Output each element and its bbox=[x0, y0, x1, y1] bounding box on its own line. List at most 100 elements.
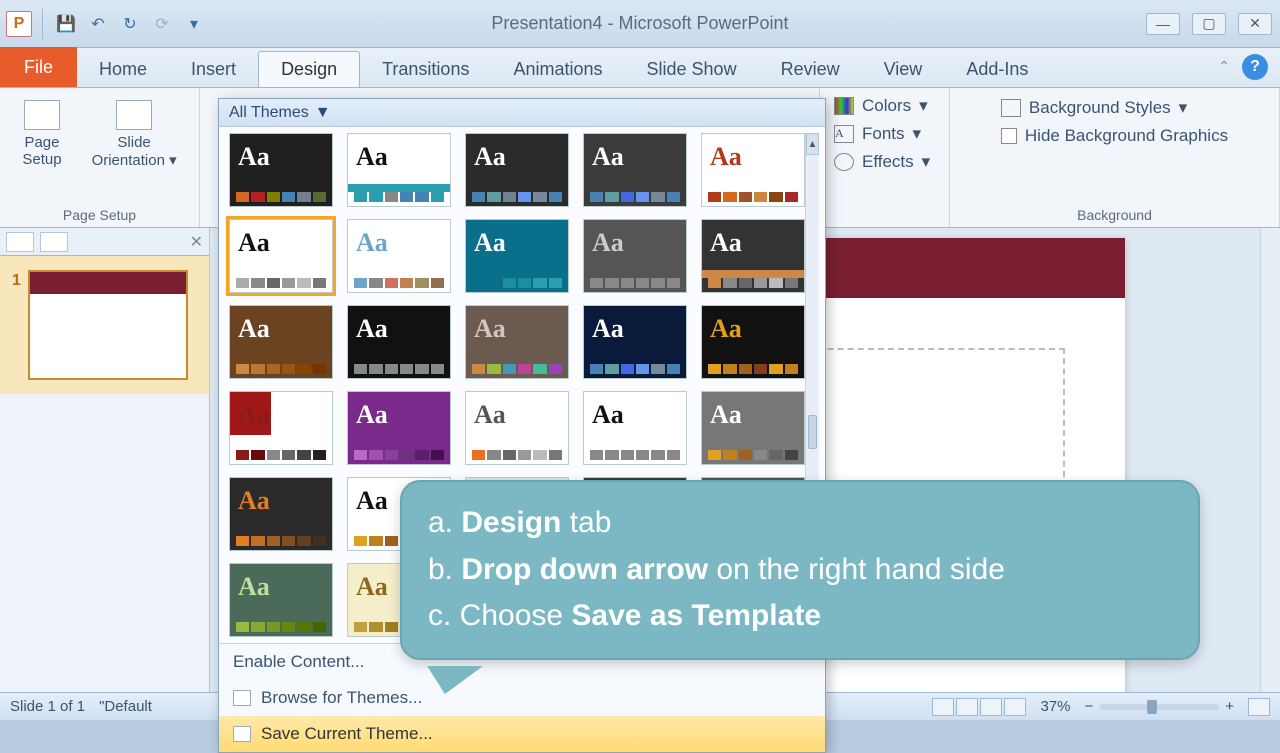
colors-button[interactable]: Colors ▾ bbox=[834, 96, 930, 116]
tab-insert[interactable]: Insert bbox=[169, 51, 258, 87]
fonts-button[interactable]: AFonts ▾ bbox=[834, 124, 930, 144]
app-icon[interactable]: P bbox=[6, 11, 32, 37]
theme-tile-12[interactable]: Aa bbox=[465, 305, 569, 379]
outline-view-button[interactable] bbox=[40, 232, 68, 252]
gallery-title: All Themes bbox=[229, 104, 309, 122]
scroll-handle[interactable] bbox=[808, 415, 817, 449]
tab-file[interactable]: File bbox=[0, 47, 77, 87]
theme-tile-20[interactable]: Aa bbox=[229, 477, 333, 551]
maximize-button[interactable]: ▢ bbox=[1192, 13, 1226, 35]
tab-design[interactable]: Design bbox=[258, 51, 360, 87]
zoom-slider[interactable]: − + bbox=[1084, 698, 1234, 715]
slides-view-button[interactable] bbox=[6, 232, 34, 252]
sorter-view-button[interactable] bbox=[956, 698, 978, 716]
minimize-button[interactable]: — bbox=[1146, 13, 1180, 35]
group-page-setup: Page Setup Slide Orientation ▾ Page Setu… bbox=[0, 88, 200, 227]
save-icon[interactable]: 💾 bbox=[53, 11, 79, 37]
background-styles-button[interactable]: Background Styles ▾ bbox=[1001, 98, 1228, 118]
zoom-level: 37% bbox=[1040, 698, 1070, 715]
zoom-in-icon[interactable]: + bbox=[1225, 698, 1234, 715]
vertical-scrollbar[interactable] bbox=[1260, 228, 1280, 692]
theme-tile-8[interactable]: Aa bbox=[583, 219, 687, 293]
tab-transitions[interactable]: Transitions bbox=[360, 51, 491, 87]
slideshow-view-button[interactable] bbox=[1004, 698, 1026, 716]
folder-icon bbox=[233, 690, 251, 706]
quick-access-toolbar: P 💾 ↶ ↻ ⟳ ▾ bbox=[0, 9, 207, 39]
group-background: Background Styles ▾ Hide Background Grap… bbox=[950, 88, 1280, 227]
slide-orientation-button[interactable]: Slide Orientation ▾ bbox=[84, 96, 185, 173]
help-icon[interactable]: ? bbox=[1242, 54, 1268, 80]
group-label-background: Background bbox=[950, 207, 1279, 223]
background-styles-icon bbox=[1001, 99, 1021, 117]
theme-tile-3[interactable]: Aa bbox=[583, 133, 687, 207]
thumb-header-bar bbox=[30, 272, 186, 294]
theme-tile-16[interactable]: Aa bbox=[347, 391, 451, 465]
theme-tile-4[interactable]: Aa bbox=[701, 133, 805, 207]
tab-slideshow[interactable]: Slide Show bbox=[625, 51, 759, 87]
repeat-icon[interactable]: ⟳ bbox=[149, 11, 175, 37]
gallery-header[interactable]: All Themes ▼ bbox=[219, 99, 825, 127]
theme-tile-9[interactable]: Aa bbox=[701, 219, 805, 293]
minimize-ribbon-icon[interactable]: ⌃ bbox=[1218, 58, 1230, 75]
tab-animations[interactable]: Animations bbox=[491, 51, 624, 87]
checkbox-icon bbox=[1001, 128, 1017, 144]
theme-tile-1[interactable]: Aa bbox=[347, 133, 451, 207]
tab-home[interactable]: Home bbox=[77, 51, 169, 87]
theme-tile-5[interactable]: Aa bbox=[229, 219, 333, 293]
colors-icon bbox=[834, 97, 854, 115]
reading-view-button[interactable] bbox=[980, 698, 1002, 716]
page-setup-icon bbox=[24, 100, 60, 130]
theme-tile-11[interactable]: Aa bbox=[347, 305, 451, 379]
status-slide-indicator: Slide 1 of 1 bbox=[10, 698, 85, 715]
chevron-down-icon: ▼ bbox=[315, 104, 331, 122]
slide-thumbnail-1[interactable]: 1 bbox=[28, 270, 188, 380]
orientation-icon bbox=[116, 100, 152, 130]
panel-close-icon[interactable]: ✕ bbox=[190, 232, 203, 252]
fonts-icon: A bbox=[834, 125, 854, 143]
theme-tile-6[interactable]: Aa bbox=[347, 219, 451, 293]
tab-view[interactable]: View bbox=[862, 51, 945, 87]
group-variants: Colors ▾ AFonts ▾ Effects ▾ bbox=[820, 88, 950, 227]
save-theme-icon bbox=[233, 726, 251, 742]
status-theme-name: "Default bbox=[99, 698, 152, 715]
effects-icon bbox=[834, 153, 854, 171]
view-buttons bbox=[932, 698, 1026, 716]
effects-button[interactable]: Effects ▾ bbox=[834, 152, 930, 172]
tutorial-callout: a. Design tab b. Drop down arrow on the … bbox=[400, 480, 1200, 660]
redo-icon[interactable]: ↻ bbox=[117, 11, 143, 37]
tab-review[interactable]: Review bbox=[759, 51, 862, 87]
theme-tile-17[interactable]: Aa bbox=[465, 391, 569, 465]
qat-more-icon[interactable]: ▾ bbox=[181, 11, 207, 37]
normal-view-button[interactable] bbox=[932, 698, 954, 716]
theme-tile-0[interactable]: Aa bbox=[229, 133, 333, 207]
group-label-pagesetup: Page Setup bbox=[0, 207, 199, 223]
slide-thumbnail-container: 1 bbox=[0, 256, 209, 394]
save-current-theme-item[interactable]: Save Current Theme... bbox=[219, 716, 825, 752]
slides-panel: ✕ 1 bbox=[0, 228, 210, 692]
window-title: Presentation4 - Microsoft PowerPoint bbox=[491, 13, 788, 34]
theme-tile-25[interactable]: Aa bbox=[229, 563, 333, 637]
title-bar: P 💾 ↶ ↻ ⟳ ▾ Presentation4 - Microsoft Po… bbox=[0, 0, 1280, 48]
scroll-up-icon[interactable]: ▲ bbox=[806, 133, 819, 155]
ribbon-tabs: File Home Insert Design Transitions Anim… bbox=[0, 48, 1280, 88]
browse-themes-item[interactable]: Browse for Themes... bbox=[219, 680, 825, 716]
hide-background-checkbox[interactable]: Hide Background Graphics bbox=[1001, 126, 1228, 146]
theme-tile-19[interactable]: Aa bbox=[701, 391, 805, 465]
theme-tile-18[interactable]: Aa bbox=[583, 391, 687, 465]
theme-tile-15[interactable]: Aa bbox=[229, 391, 333, 465]
slide-orientation-label: Slide Orientation ▾ bbox=[92, 134, 177, 169]
tab-addins[interactable]: Add-Ins bbox=[944, 51, 1050, 87]
fit-to-window-button[interactable] bbox=[1248, 698, 1270, 716]
slide-number: 1 bbox=[12, 272, 21, 290]
theme-tile-2[interactable]: Aa bbox=[465, 133, 569, 207]
page-setup-button[interactable]: Page Setup bbox=[14, 96, 69, 173]
zoom-out-icon[interactable]: − bbox=[1084, 698, 1093, 715]
theme-tile-10[interactable]: Aa bbox=[229, 305, 333, 379]
theme-tile-14[interactable]: Aa bbox=[701, 305, 805, 379]
page-setup-label: Page Setup bbox=[22, 134, 61, 168]
theme-tile-7[interactable]: Aa bbox=[465, 219, 569, 293]
close-button[interactable]: ✕ bbox=[1238, 13, 1272, 35]
theme-tile-13[interactable]: Aa bbox=[583, 305, 687, 379]
panel-view-switch: ✕ bbox=[0, 228, 209, 256]
undo-icon[interactable]: ↶ bbox=[85, 11, 111, 37]
